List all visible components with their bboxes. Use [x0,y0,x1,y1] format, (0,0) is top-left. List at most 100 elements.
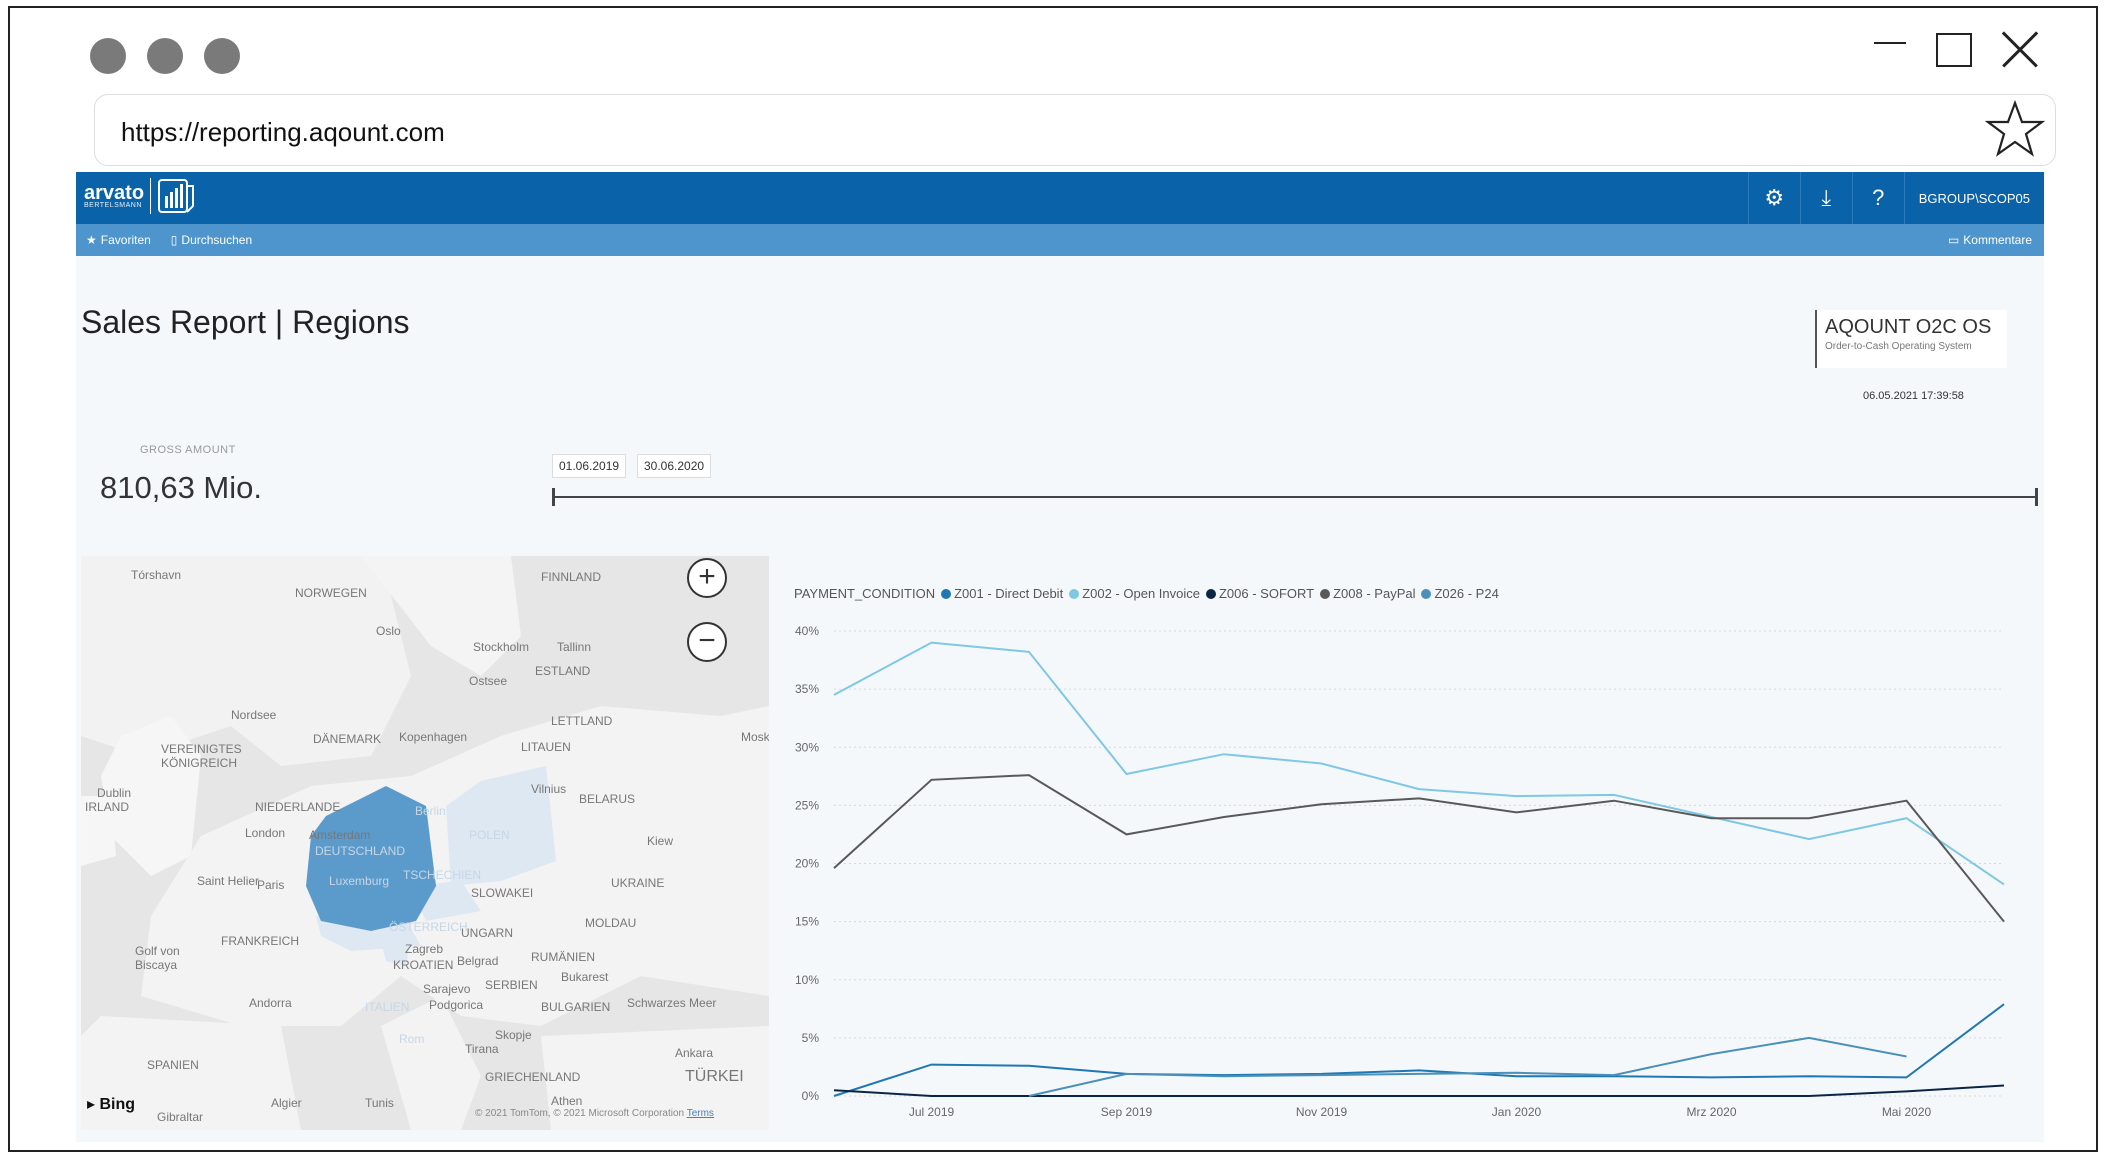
y-tick-label: 15% [795,915,819,929]
user-account[interactable]: BGROUP\SCOP05 [1903,172,2044,224]
map-label: NORWEGEN [295,586,367,600]
y-tick-label: 0% [802,1089,820,1103]
map-label: Ankara [675,1046,714,1060]
product-tagline: Order-to-Cash Operating System [1825,341,1972,352]
comments-link[interactable]: ▭ Kommentare [1948,233,2032,247]
map-label: Vilnius [531,782,567,796]
map-label: Tunis [365,1096,394,1110]
map-label: BELARUS [579,792,636,806]
map-label: ESTLAND [535,664,591,678]
legend-item[interactable]: Z008 - PayPal [1320,586,1415,601]
browse-label: Durchsuchen [181,233,253,247]
map-label: LETTLAND [551,714,613,728]
bookmark-star-icon[interactable] [1985,99,2045,159]
map-label: Dublin [97,786,132,800]
x-tick-label: Jul 2019 [909,1105,955,1119]
legend-item[interactable]: Z002 - Open Invoice [1069,586,1200,601]
settings-gear-icon[interactable]: ⚙ [1747,172,1800,224]
map-label: TSCHECHIEN [403,868,482,882]
chart-legend: PAYMENT_CONDITION Z001 - Direct Debit Z0… [794,586,1499,601]
legend-label: Z002 - Open Invoice [1082,586,1200,601]
map-label: Tórshavn [131,568,182,582]
maximize-dot-icon[interactable] [204,38,240,74]
product-badge: AQOUNT O2C OS Order-to-Cash Operating Sy… [1815,310,2007,368]
minimize-dot-icon[interactable] [147,38,183,74]
window-traffic-lights [90,38,240,74]
map-label: London [245,826,286,840]
slider-start-handle[interactable] [552,488,555,506]
kpi-value: 810,63 Mio. [100,470,262,505]
close-icon[interactable] [2002,32,2038,68]
y-tick-label: 30% [795,740,819,754]
map-label: UKRAINE [611,876,665,890]
map-label: DEUTSCHLAND [315,844,406,858]
map-label: GRIECHENLAND [485,1070,581,1084]
close-dot-icon[interactable] [90,38,126,74]
map-label: FINNLAND [541,570,602,584]
topbar-actions: ⚙ ⤓ ? BGROUP\SCOP05 [1747,172,2044,224]
legend-swatch [1069,588,1080,599]
legend-label: Z006 - SOFORT [1218,586,1315,601]
map-label: Golf von Biscaya [135,944,180,972]
y-tick-label: 5% [802,1031,820,1045]
help-icon[interactable]: ? [1851,172,1904,224]
comment-icon: ▭ [1947,233,1960,247]
date-range-slider[interactable] [552,496,2038,498]
legend-item[interactable]: Z026 - P24 [1421,586,1499,601]
legend-swatch [1320,588,1331,599]
legend-swatch [1421,588,1432,599]
series-line[interactable] [833,1003,2005,1097]
map-label: SLOWAKEI [471,886,534,900]
x-tick-label: Sep 2019 [1101,1105,1153,1119]
bing-label: Bing [99,1096,136,1113]
map-zoom-in-button[interactable]: + [687,558,727,598]
map-zoom-out-button[interactable]: − [687,622,727,662]
legend-swatch [941,588,952,599]
series-line[interactable] [833,641,2005,886]
map-label: ITALIEN [365,1000,410,1014]
series-line[interactable] [1028,1036,1907,1097]
map-label: DÄNEMARK [313,732,382,746]
map-label: Gibraltar [157,1110,204,1124]
map-label: Tallinn [557,640,592,654]
legend-item[interactable]: Z001 - Direct Debit [941,586,1063,601]
series-line[interactable] [833,774,2005,923]
report-logo-icon [158,179,195,213]
region-map[interactable]: Tórshavn FINNLAND NORWEGEN Oslo Stockhol… [81,556,769,1130]
map-label: Sarajevo [423,982,471,996]
download-icon[interactable]: ⤓ [1799,172,1852,224]
map-label: Schwarzes Meer [627,996,717,1010]
x-tick-label: Jan 2020 [1492,1105,1542,1119]
chart-plot: 0% 5% 10% 15% 20% 25% 30% 35% 40% Jul 2019 Sep 201… [795,624,2005,1119]
map-label: VEREINIGTES KÖNIGREICH [161,742,242,770]
legend-label: Z001 - Direct Debit [954,586,1064,601]
document-icon: ▯ [170,233,178,247]
map-label: Skopje [495,1028,532,1042]
legend-item[interactable]: Z006 - SOFORT [1205,586,1315,601]
payment-condition-chart: PAYMENT_CONDITION Z001 - Direct Debit Z0… [779,556,2041,1136]
map-label: Tirana [465,1042,499,1056]
y-tick-label: 40% [795,624,819,638]
terms-link[interactable]: Terms [687,1108,714,1119]
brand-sub: BERTELSMANN [84,201,142,209]
map-label: SERBIEN [485,978,538,992]
arvato-logo[interactable]: arvato BERTELSMANN [84,178,197,214]
x-tick-label: Nov 2019 [1296,1105,1348,1119]
minimize-icon[interactable] [1874,42,1906,44]
page-title: Sales Report | Regions [81,304,410,340]
map-label: FRANKREICH [221,934,300,948]
y-tick-label: 35% [795,682,819,696]
slider-end-handle[interactable] [2035,488,2038,506]
map-label: Saint Helier [197,874,260,888]
date-start-input[interactable]: 01.06.2019 [552,454,627,478]
legend-title: PAYMENT_CONDITION [794,586,936,601]
y-tick-label: 25% [795,798,819,812]
browse-link[interactable]: ▯ Durchsuchen [171,233,252,247]
date-end-input[interactable]: 30.06.2020 [637,454,712,478]
maximize-icon[interactable] [1936,33,1972,67]
map-label: Paris [257,878,285,892]
series-line[interactable] [833,1084,2005,1097]
favorites-link[interactable]: ★ Favoriten [86,233,151,247]
url-text[interactable]: https://reporting.aqount.com [121,117,445,148]
address-bar[interactable]: https://reporting.aqount.com [94,94,2056,166]
